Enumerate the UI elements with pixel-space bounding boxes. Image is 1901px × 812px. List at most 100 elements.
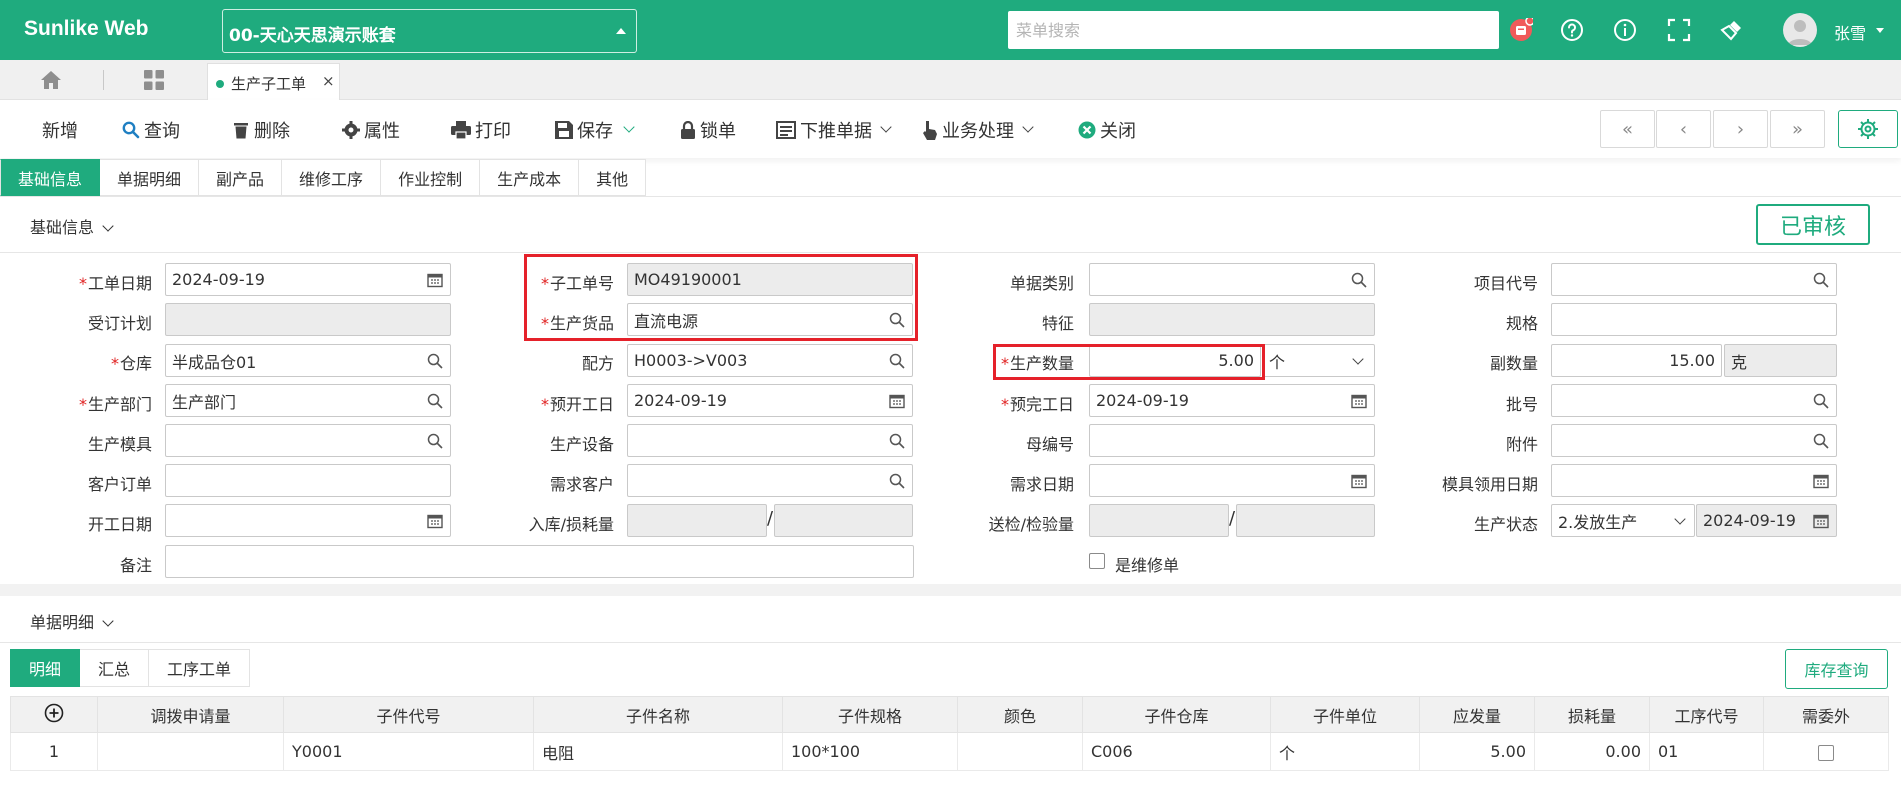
search-icon[interactable] [427,393,443,409]
help-icon[interactable] [1560,18,1584,42]
clear-cache-icon[interactable] [1720,18,1744,42]
notification-icon[interactable] [1509,18,1533,42]
tab-byproduct[interactable]: 副产品 [199,159,283,196]
search-icon[interactable] [1351,272,1367,288]
first-record-button[interactable]: « [1600,110,1655,148]
planned-start-field[interactable]: 2024-09-19 [627,384,913,417]
part-name-cell[interactable]: 电阻 [533,732,783,771]
add-circle-icon[interactable] [44,703,64,723]
equipment-field[interactable] [627,424,913,457]
tab-production-cost[interactable]: 生产成本 [480,159,580,196]
print-button[interactable]: 打印 [451,118,511,142]
project-code-field[interactable] [1551,263,1837,296]
business-process-button[interactable]: 业务处理 [922,118,1034,142]
doc-type-field[interactable] [1089,263,1375,296]
chevron-down-icon[interactable] [1876,28,1884,33]
delete-button[interactable]: 删除 [232,118,290,142]
search-icon[interactable] [889,433,905,449]
column-header[interactable]: 颜色 [957,696,1083,733]
query-button[interactable]: 查询 [122,118,180,142]
basic-info-section-toggle[interactable]: 基础信息 [30,214,114,238]
avatar[interactable] [1783,13,1817,47]
column-header[interactable]: 子件代号 [283,696,534,733]
menu-search-input[interactable] [1008,11,1499,49]
tab-detail[interactable]: 单据明细 [100,159,200,196]
search-icon[interactable] [889,473,905,489]
production-status-select[interactable]: 2.发放生产 [1551,504,1695,537]
sub-qty-field[interactable]: 15.00 [1551,344,1722,377]
user-name[interactable]: 张雪 [1834,20,1866,44]
search-icon[interactable] [889,353,905,369]
color-cell[interactable] [957,732,1083,771]
tab-other[interactable]: 其他 [579,159,647,196]
planned-end-field[interactable]: 2024-09-19 [1089,384,1375,417]
outsource-cell[interactable] [1763,732,1889,771]
warehouse-field[interactable]: 半成品仓01 [165,344,451,377]
repair-order-checkbox[interactable] [1089,553,1105,569]
add-row-header[interactable] [10,696,98,733]
lock-button[interactable]: 锁单 [680,118,736,142]
detail-section-toggle[interactable]: 单据明细 [30,609,114,633]
transfer-qty-cell[interactable] [97,732,284,771]
mold-field[interactable] [165,424,451,457]
column-header[interactable]: 子件仓库 [1082,696,1271,733]
column-header[interactable]: 工序代号 [1649,696,1764,733]
calendar-icon[interactable] [1351,393,1367,409]
last-record-button[interactable]: » [1770,110,1825,148]
calendar-icon[interactable] [427,513,443,529]
column-header[interactable]: 损耗量 [1534,696,1650,733]
attachment-field[interactable] [1551,424,1837,457]
parent-no-field[interactable] [1089,424,1375,457]
close-tab-icon[interactable]: × [322,72,335,90]
demand-customer-field[interactable] [627,464,913,497]
settings-button[interactable] [1838,110,1898,148]
search-icon[interactable] [1813,393,1829,409]
calendar-icon[interactable] [427,272,443,288]
search-icon[interactable] [1813,272,1829,288]
search-icon[interactable] [427,353,443,369]
tab-process-order[interactable]: 工序工单 [149,649,251,687]
part-unit-cell[interactable]: 个 [1270,732,1420,771]
calendar-icon[interactable] [1351,473,1367,489]
mold-date-field[interactable] [1551,464,1837,497]
properties-button[interactable]: 属性 [342,118,400,142]
chevron-down-icon[interactable] [1022,121,1034,133]
remark-field[interactable] [165,545,914,578]
unit-select[interactable]: 个 [1262,344,1375,377]
order-date-field[interactable]: 2024-09-19 [165,263,451,296]
info-icon[interactable] [1613,18,1637,42]
tab-basic-info[interactable]: 基础信息 [0,159,101,196]
customer-order-field[interactable] [165,464,451,497]
save-button[interactable]: 保存 [555,118,635,142]
calendar-icon[interactable] [889,393,905,409]
column-header[interactable]: 子件规格 [782,696,958,733]
batch-field[interactable] [1551,384,1837,417]
tab-summary[interactable]: 汇总 [80,649,150,687]
tab-repair-process[interactable]: 维修工序 [282,159,382,196]
next-record-button[interactable]: › [1713,110,1768,148]
spec-field[interactable] [1551,303,1837,336]
chevron-down-icon[interactable] [880,121,892,133]
new-button[interactable]: 新增 [42,118,78,142]
formula-field[interactable]: H0003->V003 [627,344,913,377]
fullscreen-icon[interactable] [1667,18,1691,42]
column-header[interactable]: 子件名称 [533,696,783,733]
department-field[interactable]: 生产部门 [165,384,451,417]
issue-qty-cell[interactable]: 5.00 [1419,732,1535,771]
process-code-cell[interactable]: 01 [1649,732,1764,771]
home-icon[interactable] [40,69,62,91]
part-warehouse-cell[interactable]: C006 [1082,732,1271,771]
part-code-cell[interactable]: Y0001 [283,732,534,771]
account-selector[interactable]: 00-天心天思演示账套 [222,9,637,53]
search-icon[interactable] [1813,433,1829,449]
work-date-field[interactable] [165,504,451,537]
apps-grid-icon[interactable] [144,70,164,90]
table-row[interactable]: 1 Y0001 电阻 100*100 C006 个 5.00 0.00 01 [10,732,1889,771]
column-header[interactable]: 应发量 [1419,696,1535,733]
tab-production-suborder[interactable]: 生产子工单 × [207,63,340,100]
outsource-checkbox[interactable] [1818,744,1834,761]
loss-qty-cell[interactable]: 0.00 [1534,732,1650,771]
calendar-icon[interactable] [1813,473,1829,489]
previous-record-button[interactable]: ‹ [1656,110,1711,148]
column-header[interactable]: 子件单位 [1270,696,1420,733]
